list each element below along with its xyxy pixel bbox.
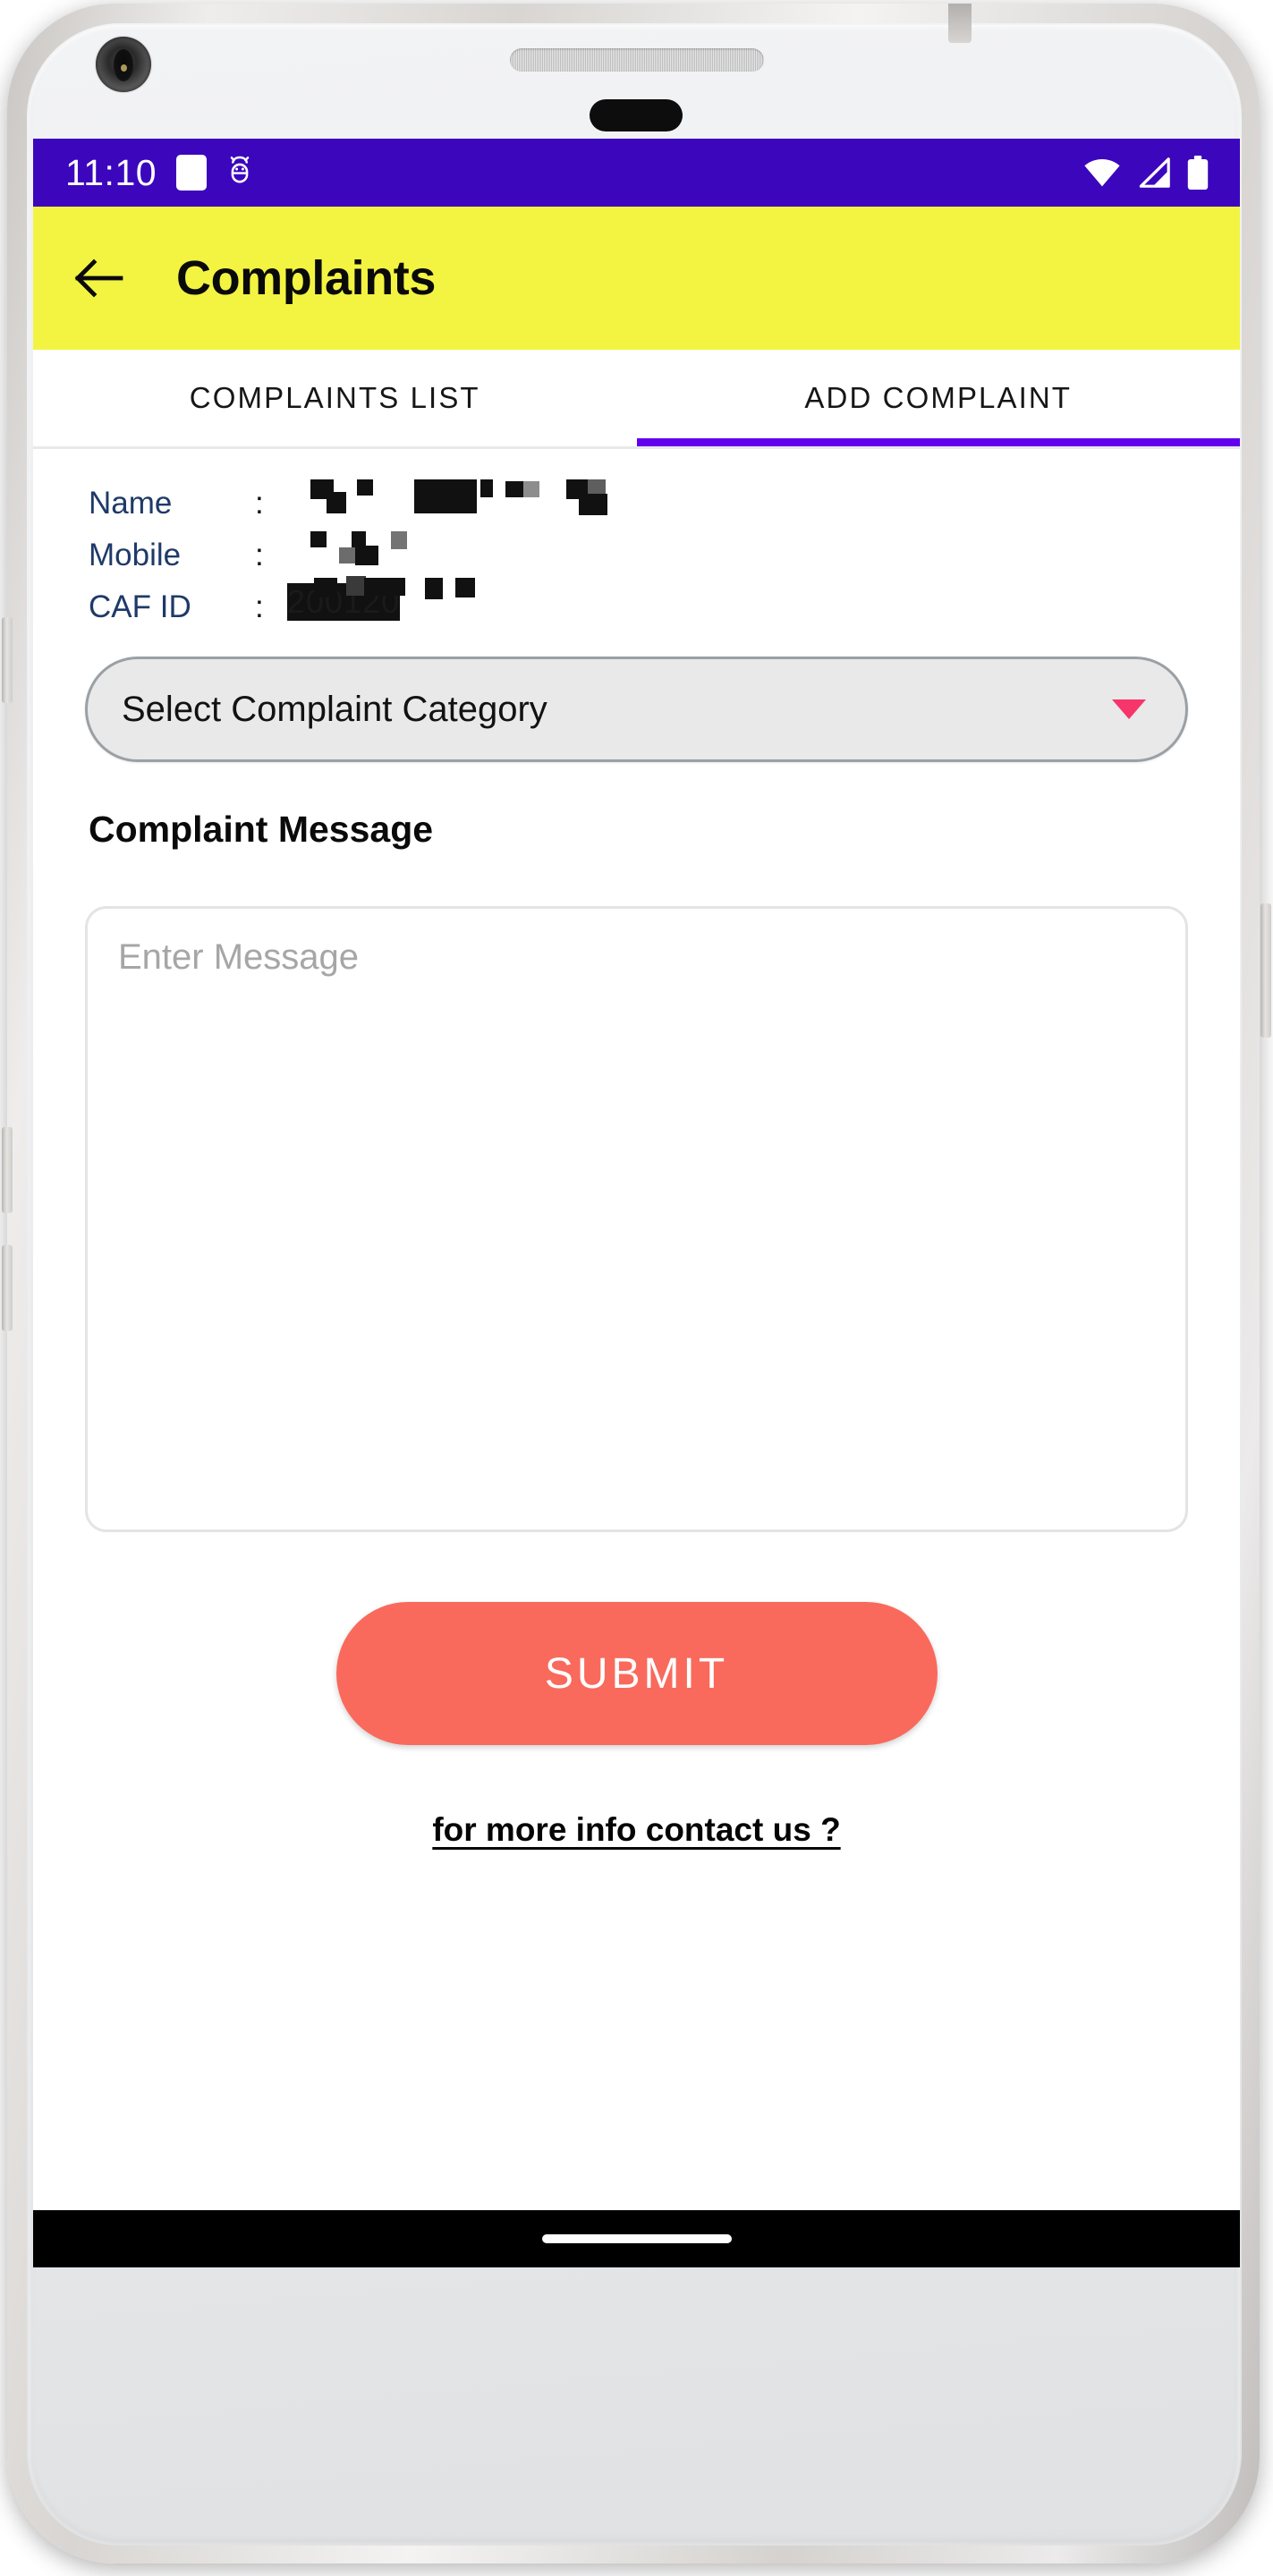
- status-bar-left-icons: [176, 155, 255, 191]
- phone-mockup: 11:10 Complaints COMPLAINTS LIST ADD COM…: [0, 0, 1273, 2576]
- user-info-separator-mobile: :: [255, 538, 264, 572]
- user-info-separator-caf-id: :: [255, 589, 264, 624]
- phone-side-button-left-upper[interactable]: [2, 617, 13, 703]
- add-complaint-form: Name : Mobile: CAF ID: 200120 Select C…: [33, 449, 1240, 1849]
- tab-complaints-list[interactable]: COMPLAINTS LIST: [33, 350, 637, 446]
- user-info-label-caf-id: CAF ID: [89, 589, 191, 624]
- user-info-table: Name : Mobile: CAF ID: 200120: [33, 449, 1240, 633]
- android-debug-icon: [230, 156, 250, 183]
- tab-complaints-list-label: COMPLAINTS LIST: [189, 381, 480, 414]
- user-info-value-name-redacted: [287, 478, 663, 515]
- front-camera-icon: [96, 37, 151, 92]
- tab-add-complaint-label: ADD COMPLAINT: [804, 381, 1073, 414]
- proximity-sensor: [590, 99, 683, 131]
- user-info-value-mobile-redacted: [287, 530, 556, 565]
- contact-link-container: for more info contact us ?: [33, 1811, 1240, 1849]
- user-info-row-name: Name :: [89, 478, 1240, 530]
- status-bar: 11:10: [33, 139, 1240, 207]
- phone-volume-down-button[interactable]: [2, 1245, 13, 1331]
- complaint-category-dropdown[interactable]: Select Complaint Category: [85, 657, 1188, 762]
- more-info-contact-link[interactable]: for more info contact us ?: [432, 1811, 840, 1849]
- phone-antenna-band: [948, 4, 972, 43]
- phone-volume-up-button[interactable]: [2, 1127, 13, 1213]
- user-info-value-caf-id-redacted: 200120: [287, 576, 573, 621]
- complaint-category-dropdown-label: Select Complaint Category: [122, 689, 547, 729]
- status-bar-clock: 11:10: [65, 151, 157, 193]
- chevron-down-icon: [1112, 699, 1146, 719]
- tab-bar: COMPLAINTS LIST ADD COMPLAINT: [33, 350, 1240, 446]
- app-bar: Complaints: [33, 207, 1240, 350]
- tab-add-complaint[interactable]: ADD COMPLAINT: [637, 350, 1241, 446]
- complaint-message-placeholder: Enter Message: [118, 937, 360, 977]
- active-tab-indicator: [636, 438, 1240, 446]
- user-info-label-mobile: Mobile: [89, 538, 182, 572]
- earpiece-speaker: [510, 48, 764, 72]
- submit-button-container: SUBMIT: [33, 1602, 1240, 1745]
- complaint-message-input[interactable]: Enter Message: [85, 906, 1188, 1532]
- notification-square-icon: [176, 155, 208, 191]
- user-info-label-name: Name: [89, 486, 173, 521]
- user-info-separator-name: :: [255, 486, 264, 521]
- phone-power-button[interactable]: [1260, 903, 1271, 1038]
- back-arrow-icon[interactable]: [74, 253, 124, 303]
- complaint-message-heading: Complaint Message: [89, 809, 434, 850]
- page-title: Complaints: [176, 251, 437, 305]
- wifi-icon: [1084, 159, 1120, 187]
- battery-icon: [1187, 156, 1209, 190]
- user-info-row-caf-id: CAF ID : 200120: [89, 576, 1240, 633]
- cellular-signal-icon: [1139, 157, 1170, 188]
- system-navigation-bar: [33, 2210, 1240, 2267]
- status-bar-right-icons: [1082, 156, 1209, 190]
- phone-screen: 11:10 Complaints COMPLAINTS LIST ADD COM…: [33, 139, 1240, 2267]
- submit-button[interactable]: SUBMIT: [335, 1602, 938, 1745]
- user-info-row-mobile: Mobile :: [89, 530, 1240, 581]
- home-indicator[interactable]: [541, 2234, 732, 2243]
